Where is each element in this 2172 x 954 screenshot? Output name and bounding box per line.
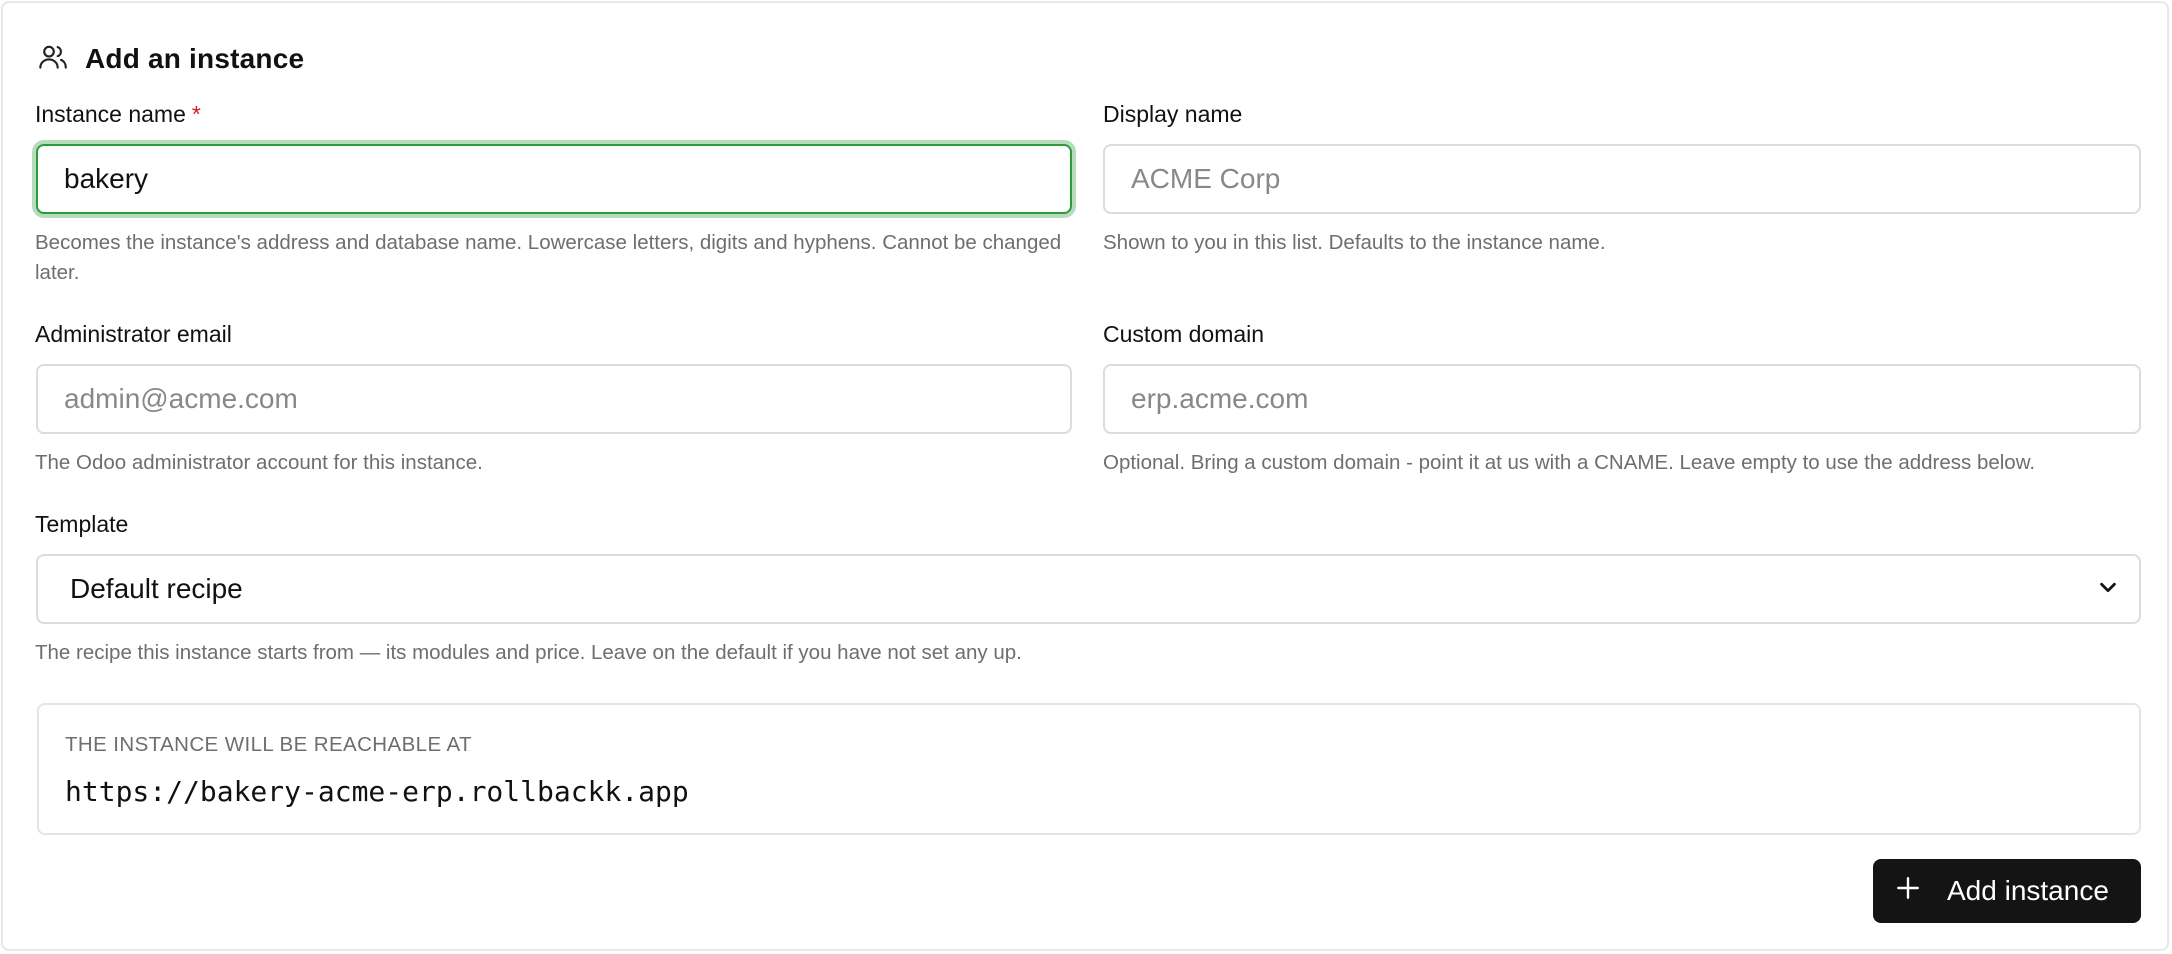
reachable-caption: THE INSTANCE WILL BE REACHABLE AT [65,733,472,756]
form-header: Add an instance [37,39,304,79]
display-name-input[interactable]: ACME Corp [1103,144,2141,214]
users-icon [37,41,69,78]
reachable-url: https://bakery-acme-erp.rollbackk.app [65,775,689,808]
add-instance-button[interactable]: Add instance [1873,859,2141,923]
instance-name-help: Becomes the instance's address and datab… [35,231,1062,284]
add-instance-card: Add an instance Instance name * bakery Be… [1,1,2169,951]
custom-domain-label: Custom domain [1103,321,1265,347]
admin-email-help: The Odoo administrator account for this … [35,451,483,474]
template-selected-value: Default recipe [70,573,243,604]
admin-email-placeholder: admin@acme.com [64,383,298,414]
plus-icon [1895,875,1947,908]
template-help: The recipe this instance starts from — i… [35,641,1022,664]
required-marker: * [191,101,201,127]
display-name-label: Display name [1103,101,1243,127]
instance-name-label-text: Instance name [35,101,186,127]
custom-domain-placeholder: erp.acme.com [1131,383,1309,414]
admin-email-input[interactable]: admin@acme.com [36,364,1072,434]
template-label: Template [35,511,129,537]
admin-email-label: Administrator email [35,321,232,347]
chevron-down-icon [2097,573,2119,605]
custom-domain-help: Optional. Bring a custom domain - point … [1103,451,2036,474]
display-name-placeholder: ACME Corp [1131,163,1281,194]
custom-domain-input[interactable]: erp.acme.com [1103,364,2141,434]
add-instance-button-label: Add instance [1947,875,2109,906]
instance-name-label: Instance name * [35,101,201,128]
template-select[interactable]: Default recipe [36,554,2141,624]
instance-name-input[interactable]: bakery [36,144,1072,214]
display-name-help: Shown to you in this list. Defaults to t… [1103,231,1606,254]
form-title: Add an instance [85,43,305,74]
instance-name-value: bakery [64,163,149,194]
reachable-url-panel: THE INSTANCE WILL BE REACHABLE AT https:… [37,703,2141,835]
